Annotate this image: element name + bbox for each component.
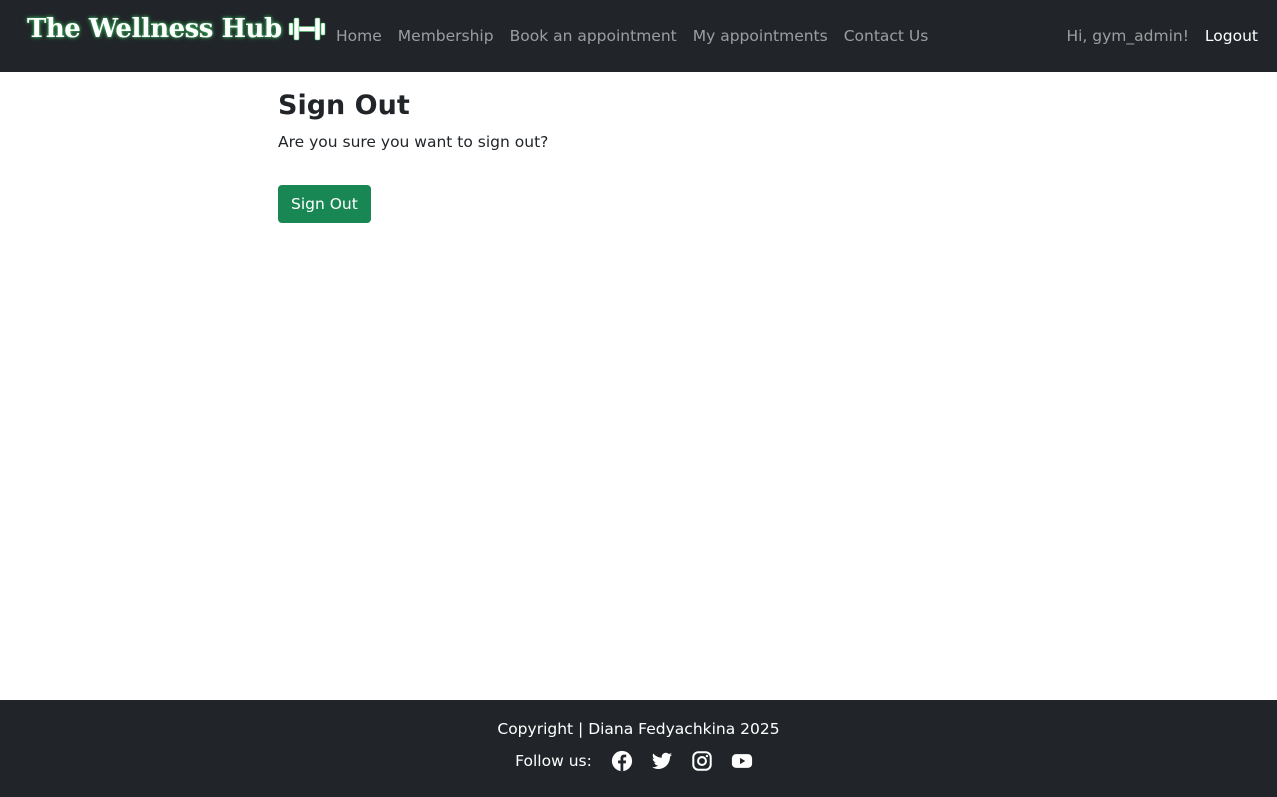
nav-link-contact-us[interactable]: Contact Us <box>836 27 937 45</box>
nav-link-membership[interactable]: Membership <box>390 27 502 45</box>
signout-confirmation-text: Are you sure you want to sign out? <box>278 133 549 151</box>
sign-out-button[interactable]: Sign Out <box>278 185 371 223</box>
brand-link[interactable]: The Wellness Hub <box>27 14 326 44</box>
footer: Copyright | Diana Fedyachkina 2025 Follo… <box>0 700 1277 797</box>
nav-links: Home Membership Book an appointment My a… <box>328 0 936 72</box>
logout-link[interactable]: Logout <box>1205 27 1258 45</box>
instagram-icon[interactable] <box>691 750 713 772</box>
main-content: Sign Out Are you sure you want to sign o… <box>278 88 998 223</box>
page-title: Sign Out <box>278 90 410 121</box>
nav-link-home[interactable]: Home <box>328 27 390 45</box>
navbar: The Wellness Hub Home Membership Book an… <box>0 0 1277 72</box>
social-links: Follow us: <box>0 750 1277 772</box>
nav-link-my-appointments[interactable]: My appointments <box>685 27 836 45</box>
follow-label: Follow us: <box>515 752 592 770</box>
youtube-icon[interactable] <box>731 750 753 772</box>
dumbbell-icon <box>288 15 326 43</box>
nav-user-area: Hi, gym_admin! Logout <box>1066 0 1258 72</box>
copyright-text: Copyright | Diana Fedyachkina 2025 <box>497 720 780 738</box>
facebook-icon[interactable] <box>611 750 633 772</box>
user-greeting: Hi, gym_admin! <box>1066 27 1189 45</box>
twitter-icon[interactable] <box>651 750 673 772</box>
nav-link-book-appointment[interactable]: Book an appointment <box>502 27 685 45</box>
brand-name: The Wellness Hub <box>27 14 282 44</box>
